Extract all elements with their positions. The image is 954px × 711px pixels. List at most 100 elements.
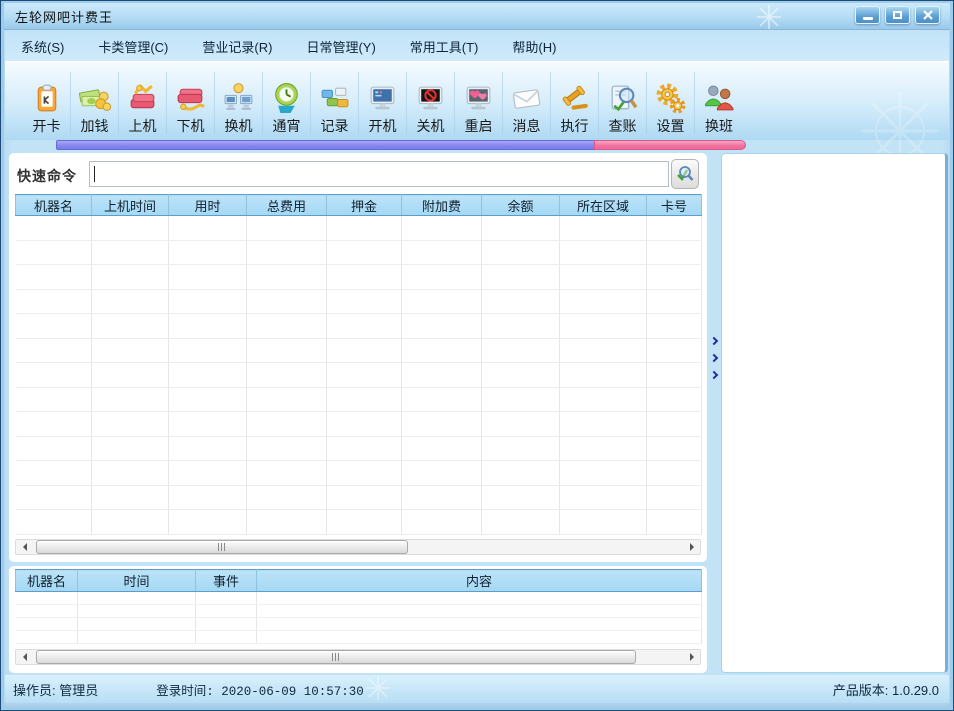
detail-panel <box>721 153 948 673</box>
toolbar-button-settings[interactable]: 设置 <box>647 72 695 134</box>
menu-daily-management[interactable]: 日常管理(Y) <box>306 37 375 56</box>
toolbar-button-power-on[interactable]: 开机 <box>359 72 407 134</box>
table-cell <box>402 289 482 314</box>
table-cell <box>560 240 647 265</box>
toolbar-label: 设置 <box>657 118 685 134</box>
table-cell <box>92 240 169 265</box>
column-header-total-fee[interactable]: 总费用 <box>247 195 327 216</box>
title-bar[interactable]: 左轮网吧计费王 <box>4 3 950 30</box>
toolbar-label: 换班 <box>705 118 733 134</box>
table-cell <box>169 461 247 486</box>
events-table-body <box>16 592 702 644</box>
toolbar-button-switch-machine[interactable]: 换机 <box>215 72 263 134</box>
quick-command-search-button[interactable] <box>671 159 699 189</box>
table-cell <box>402 510 482 535</box>
column-header-event[interactable]: 事件 <box>196 570 257 592</box>
table-cell <box>257 592 702 605</box>
table-cell <box>327 314 402 339</box>
column-header-card-no[interactable]: 卡号 <box>647 195 702 216</box>
toolbar-button-audit[interactable]: 查账 <box>599 72 647 134</box>
quick-command-input[interactable] <box>89 161 669 187</box>
scroll-right-arrow[interactable] <box>684 540 700 554</box>
column-header-content[interactable]: 内容 <box>257 570 702 592</box>
table-cell <box>169 265 247 290</box>
table-cell <box>247 216 327 241</box>
table-cell <box>169 289 247 314</box>
toolbar-button-records[interactable]: 记录 <box>311 72 359 134</box>
table-cell <box>482 412 560 437</box>
table-row <box>16 387 702 412</box>
table-cell <box>482 216 560 241</box>
scroll-left-arrow[interactable] <box>16 540 32 554</box>
scrollbar-thumb[interactable] <box>36 540 408 554</box>
toolbar-button-add-money[interactable]: 加钱 <box>71 72 119 134</box>
menu-card-management[interactable]: 卡类管理(C) <box>98 37 168 56</box>
column-header-balance[interactable]: 余额 <box>482 195 560 216</box>
column-header-deposit[interactable]: 押金 <box>327 195 402 216</box>
table-cell <box>247 289 327 314</box>
table-row <box>16 461 702 486</box>
toolbar-button-shutdown[interactable]: 关机 <box>407 72 455 134</box>
toolbar-button-open-card[interactable]: 开卡 <box>23 72 71 134</box>
table-row <box>16 605 702 618</box>
events-table-hscrollbar[interactable] <box>15 649 701 665</box>
menu-common-tools[interactable]: 常用工具(T) <box>410 37 479 56</box>
start-session-icon <box>126 82 159 115</box>
machines-table-hscrollbar[interactable] <box>15 539 701 555</box>
toolbar-button-execute[interactable]: 执行 <box>551 72 599 134</box>
toolbar-label: 上机 <box>129 118 157 134</box>
table-cell <box>327 338 402 363</box>
table-cell <box>647 216 702 241</box>
column-header-machine-name[interactable]: 机器名 <box>16 570 78 592</box>
scrollbar-grip-icon <box>332 653 341 661</box>
table-cell <box>560 461 647 486</box>
menu-help[interactable]: 帮助(H) <box>512 37 556 56</box>
menu-system[interactable]: 系统(S) <box>21 37 64 56</box>
table-cell <box>647 314 702 339</box>
toolbar-button-end-session[interactable]: 下机 <box>167 72 215 134</box>
events-table-header: 机器名 时间 事件 内容 <box>16 570 702 592</box>
column-header-duration[interactable]: 用时 <box>169 195 247 216</box>
table-cell <box>92 314 169 339</box>
table-row <box>16 485 702 510</box>
close-button[interactable] <box>915 6 940 24</box>
session-progress-strip <box>56 140 746 150</box>
shutdown-icon <box>414 82 447 115</box>
column-header-time[interactable]: 时间 <box>78 570 196 592</box>
column-header-start-time[interactable]: 上机时间 <box>92 195 169 216</box>
menu-business-records[interactable]: 营业记录(R) <box>202 37 272 56</box>
table-cell <box>247 412 327 437</box>
table-cell <box>402 387 482 412</box>
table-cell <box>482 265 560 290</box>
close-icon <box>923 10 933 20</box>
table-cell <box>247 436 327 461</box>
toolbar-button-restart[interactable]: 重启 <box>455 72 503 134</box>
toolbar-button-message[interactable]: 消息 <box>503 72 551 134</box>
power-on-icon <box>366 82 399 115</box>
column-header-zone[interactable]: 所在区域 <box>560 195 647 216</box>
table-cell <box>78 592 196 605</box>
scroll-right-arrow[interactable] <box>684 650 700 664</box>
toolbar-button-shift-change[interactable]: 换班 <box>695 72 743 134</box>
column-header-surcharge[interactable]: 附加费 <box>402 195 482 216</box>
overnight-clock-icon <box>270 82 303 115</box>
menu-bar: 系统(S) 卡类管理(C) 营业记录(R) 日常管理(Y) 常用工具(T) 帮助… <box>5 31 949 61</box>
table-cell <box>482 363 560 388</box>
table-cell <box>647 387 702 412</box>
table-cell <box>169 338 247 363</box>
table-cell <box>196 592 257 605</box>
scroll-left-arrow[interactable] <box>16 650 32 664</box>
maximize-button[interactable] <box>885 6 910 24</box>
column-header-machine-name[interactable]: 机器名 <box>16 195 92 216</box>
toolbar-button-overnight[interactable]: 通宵 <box>263 72 311 134</box>
table-cell <box>169 216 247 241</box>
scrollbar-thumb[interactable] <box>36 650 636 664</box>
toolbar-button-start-session[interactable]: 上机 <box>119 72 167 134</box>
panel-splitter[interactable] <box>707 153 721 562</box>
table-cell <box>16 363 92 388</box>
minimize-button[interactable] <box>855 6 880 24</box>
progress-strip-pink <box>594 140 746 150</box>
events-table: 机器名 时间 事件 内容 <box>15 569 702 644</box>
table-row <box>16 314 702 339</box>
table-cell <box>482 510 560 535</box>
